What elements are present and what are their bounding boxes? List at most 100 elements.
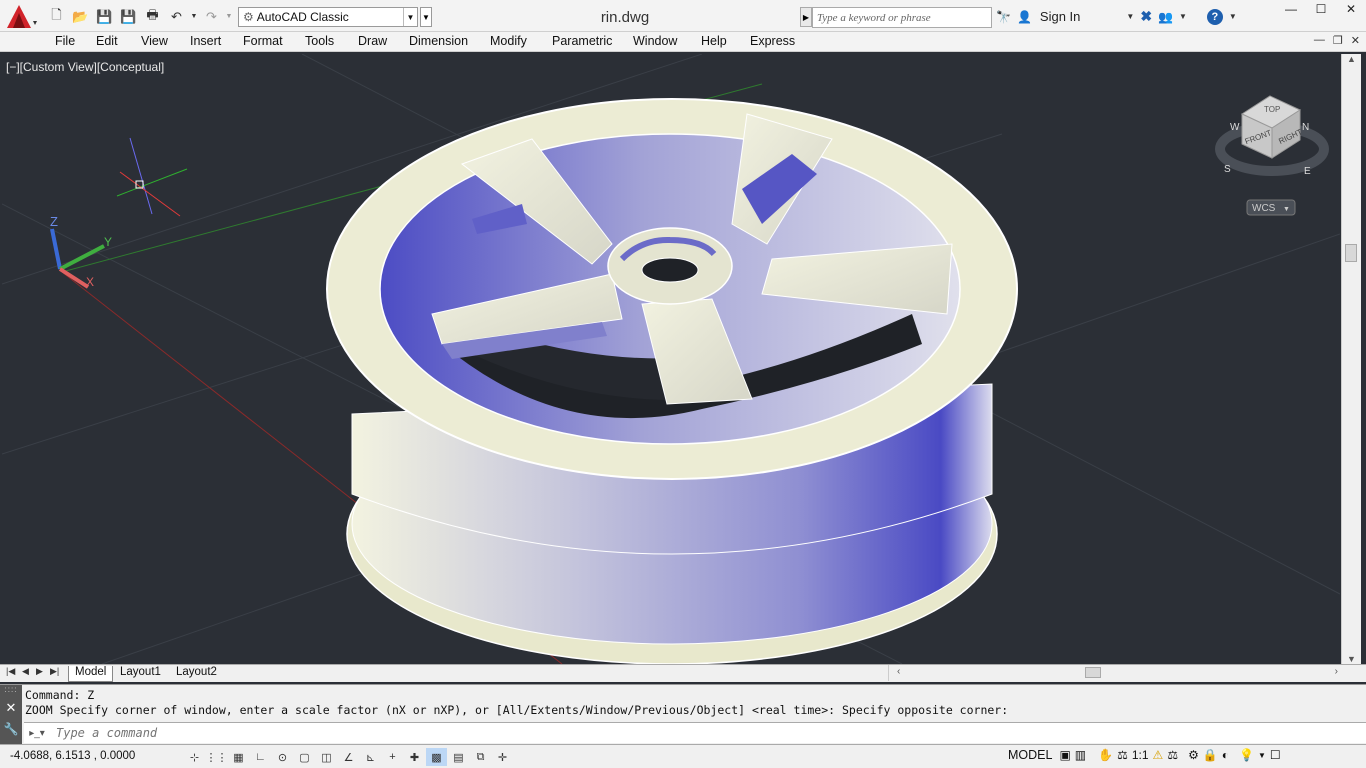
exchange-icon[interactable]: ✖ xyxy=(1140,8,1152,25)
viewport-controls-label[interactable]: [−][Custom View][Conceptual] xyxy=(6,60,164,74)
title-bar: 🗋 📂 💾 💾 🖶 ↶ ▼ ↷ ▼ ⚙ AutoCAD Classic ▼ ▼ … xyxy=(0,0,1366,32)
drawing-viewport[interactable]: Z Y X TOP FRONT RIGHT W N S E WCS ▼ [−][… xyxy=(2,54,1340,664)
last-tab-icon[interactable]: ▶| xyxy=(50,666,59,677)
coordinates-readout[interactable]: -4.0688, 6.1513 , 0.0000 xyxy=(10,750,135,762)
undo-dropdown-icon[interactable]: ▼ xyxy=(190,6,198,27)
wrench-icon[interactable]: 🔧 xyxy=(0,722,22,736)
object-snap-icon[interactable]: ▢ xyxy=(294,748,315,766)
redo-icon[interactable]: ↷ xyxy=(201,6,222,27)
auto-scale-icon[interactable]: ⚖ xyxy=(1167,748,1178,762)
undo-icon[interactable]: ↶ xyxy=(166,6,187,27)
stay-connected-icon[interactable]: 👥 xyxy=(1158,10,1173,24)
hardware-acceleration-icon[interactable]: ◐ xyxy=(1222,748,1229,762)
object-snap-tracking-icon[interactable]: ∠ xyxy=(338,748,359,766)
menu-parametric[interactable]: Parametric xyxy=(552,34,612,48)
menu-format[interactable]: Format xyxy=(243,34,283,48)
sign-in-button[interactable]: Sign In xyxy=(1040,9,1080,24)
menu-express[interactable]: Express xyxy=(750,34,795,48)
viewcube[interactable]: TOP FRONT RIGHT W N S E xyxy=(1215,95,1329,177)
model-space-button[interactable]: MODEL xyxy=(1005,748,1055,762)
user-icon[interactable]: 👤 xyxy=(1017,10,1032,24)
dynamic-input-icon[interactable]: + xyxy=(382,748,403,766)
close-icon[interactable]: ✕ xyxy=(0,700,22,716)
grip-icon[interactable]: :::: xyxy=(0,685,22,694)
search-input[interactable]: Type a keyword or phrase xyxy=(812,7,992,28)
dynamic-ucs-icon[interactable]: ⊾ xyxy=(360,748,381,766)
binoculars-icon[interactable]: 🔭 xyxy=(996,10,1011,24)
menu-insert[interactable]: Insert xyxy=(190,34,221,48)
horizontal-scrollbar[interactable]: ‹ › xyxy=(888,665,1344,681)
customize-qat-icon[interactable]: ▼ xyxy=(420,7,432,27)
first-tab-icon[interactable]: |◀ xyxy=(6,666,15,677)
annotation-visibility-icon[interactable]: ⚠ xyxy=(1153,748,1164,762)
command-input-bar: ▸_▾ xyxy=(24,722,1366,743)
wcs-menu[interactable]: WCS ▼ xyxy=(1246,199,1296,216)
scroll-right-icon[interactable]: › xyxy=(1335,666,1338,677)
next-tab-icon[interactable]: ▶ xyxy=(36,666,43,677)
vertical-scrollbar[interactable]: ▲ ▼ xyxy=(1341,54,1361,664)
help-icon[interactable]: ? xyxy=(1206,8,1223,25)
workspace-switching-icon[interactable]: ⚙ xyxy=(1188,748,1199,762)
tab-model[interactable]: Model xyxy=(68,666,114,682)
annotation-scale-icon[interactable]: ⚖ xyxy=(1117,748,1128,762)
plot-icon[interactable]: 🖶 xyxy=(142,6,163,27)
doc-minimize-icon[interactable]: — xyxy=(1314,34,1325,47)
search-expand-icon[interactable]: ▶ xyxy=(800,7,812,27)
doc-restore-icon[interactable]: ❐ xyxy=(1333,34,1343,47)
minimize-icon[interactable]: — xyxy=(1276,0,1306,18)
scroll-thumb[interactable] xyxy=(1345,244,1357,262)
scroll-down-icon[interactable]: ▼ xyxy=(1342,654,1361,664)
ucs-y-label: Y xyxy=(104,235,112,249)
workspace-dropdown[interactable]: ⚙ AutoCAD Classic ▼ xyxy=(238,7,418,27)
command-input[interactable] xyxy=(50,726,1366,740)
pan-icon[interactable]: ✋ xyxy=(1098,748,1113,762)
isolate-objects-icon[interactable]: 💡 xyxy=(1239,748,1254,762)
status-menu-icon[interactable]: ▼ xyxy=(1258,751,1266,760)
menu-edit[interactable]: Edit xyxy=(96,34,118,48)
save-icon[interactable]: 💾 xyxy=(94,6,115,27)
menu-view[interactable]: View xyxy=(141,34,168,48)
menu-file[interactable]: File xyxy=(55,34,75,48)
command-line-handle[interactable]: :::: ✕ 🔧 xyxy=(0,685,22,745)
chevron-down-icon[interactable]: ▼ xyxy=(1179,12,1187,21)
save-as-icon[interactable]: 💾 xyxy=(118,6,139,27)
menu-modify[interactable]: Modify xyxy=(490,34,527,48)
scroll-up-icon[interactable]: ▲ xyxy=(1342,54,1361,70)
annotation-monitor-icon[interactable]: ✛ xyxy=(492,748,513,766)
chevron-down-icon[interactable]: ▼ xyxy=(1229,12,1237,21)
clean-screen-icon[interactable]: ☐ xyxy=(1270,748,1281,762)
close-icon[interactable]: ✕ xyxy=(1336,0,1366,18)
quick-properties-icon[interactable]: ▤ xyxy=(448,748,469,766)
grid-display-icon[interactable]: ▦ xyxy=(228,748,249,766)
tab-layout2[interactable]: Layout2 xyxy=(170,666,223,682)
chevron-down-icon[interactable]: ▼ xyxy=(1126,12,1134,21)
ortho-mode-icon[interactable]: ∟ xyxy=(250,748,271,766)
redo-dropdown-icon[interactable]: ▼ xyxy=(225,6,233,27)
quick-view-drawings-icon[interactable]: ▥ xyxy=(1075,748,1086,762)
selection-cycling-icon[interactable]: ⧉ xyxy=(470,748,491,766)
quick-view-layouts-icon[interactable]: ▣ xyxy=(1059,748,1070,762)
maximize-icon[interactable]: ☐ xyxy=(1306,0,1336,18)
menu-dimension[interactable]: Dimension xyxy=(409,34,468,48)
transparency-icon[interactable]: ▩ xyxy=(426,748,447,766)
tab-layout1[interactable]: Layout1 xyxy=(114,666,167,682)
prev-tab-icon[interactable]: ◀ xyxy=(22,666,29,677)
application-menu-button[interactable] xyxy=(0,0,40,32)
menu-draw[interactable]: Draw xyxy=(358,34,387,48)
infer-constraints-icon[interactable]: ⊹ xyxy=(184,748,205,766)
new-icon[interactable]: 🗋 xyxy=(46,6,67,27)
lineweight-icon[interactable]: ✚ xyxy=(404,748,425,766)
menu-tools[interactable]: Tools xyxy=(305,34,334,48)
menu-window[interactable]: Window xyxy=(633,34,677,48)
3d-object-snap-icon[interactable]: ◫ xyxy=(316,748,337,766)
snap-mode-icon[interactable]: ⋮⋮ xyxy=(206,748,228,766)
open-icon[interactable]: 📂 xyxy=(70,6,91,27)
polar-tracking-icon[interactable]: ⊙ xyxy=(272,748,293,766)
menu-help[interactable]: Help xyxy=(701,34,727,48)
doc-close-icon[interactable]: ✕ xyxy=(1351,34,1360,47)
scroll-left-icon[interactable]: ‹ xyxy=(897,666,900,677)
toolbar-lock-icon[interactable]: 🔒 xyxy=(1203,748,1218,762)
command-prompt-icon[interactable]: ▸_▾ xyxy=(24,728,50,739)
h-scroll-thumb[interactable] xyxy=(1085,667,1101,678)
annotation-scale-value[interactable]: 1:1 xyxy=(1132,748,1149,762)
